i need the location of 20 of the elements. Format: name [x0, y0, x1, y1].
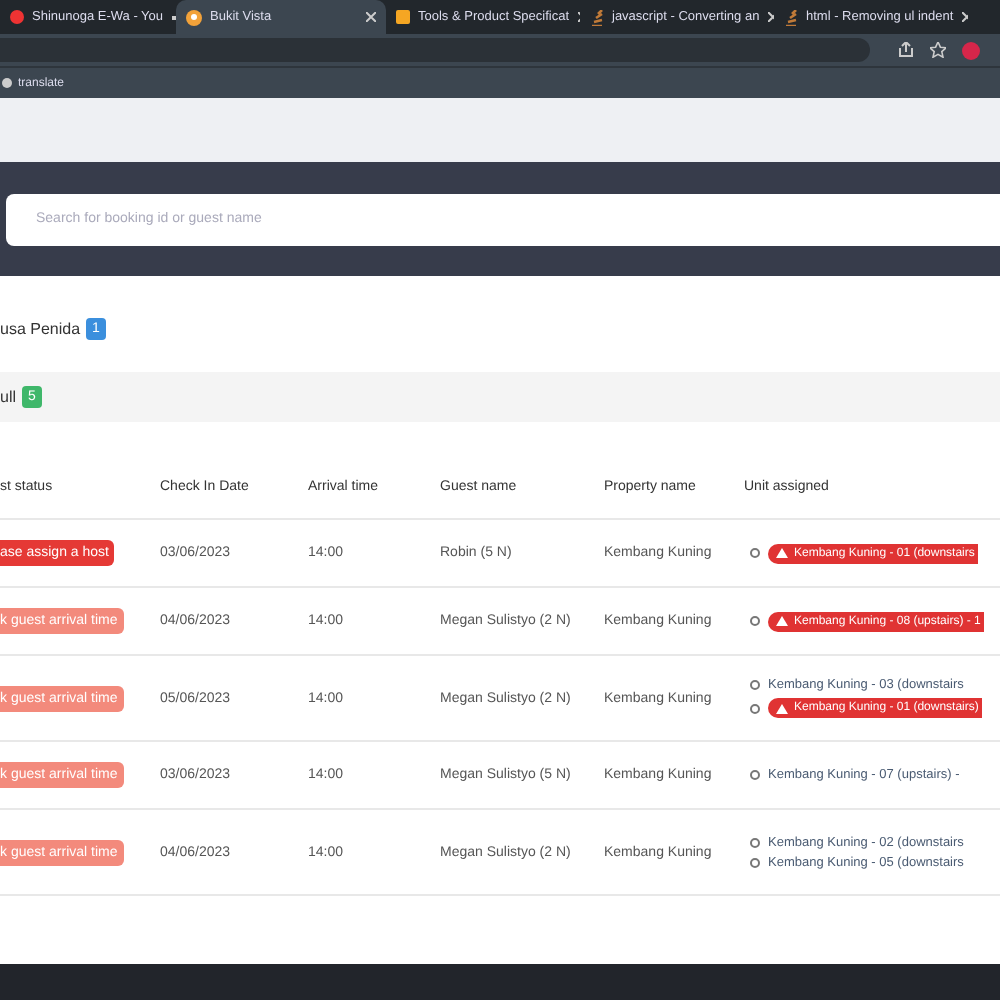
warning-icon [776, 548, 788, 558]
bullet-icon [750, 837, 760, 847]
site-logo-icon [186, 9, 202, 25]
bullet-icon [750, 857, 760, 867]
warning-icon [776, 703, 788, 713]
stack-icon [784, 9, 798, 25]
record-icon [10, 10, 24, 24]
document-icon [396, 10, 410, 24]
stack-icon [590, 9, 604, 25]
bullet-icon [750, 703, 760, 713]
bullet-icon [750, 548, 760, 558]
warning-icon [776, 616, 788, 626]
star-icon[interactable] [930, 42, 946, 58]
bullet-icon [750, 616, 760, 626]
group-label[interactable]: ull [0, 388, 17, 406]
bullet-icon [750, 770, 760, 780]
bullet-icon [750, 680, 760, 690]
group-label[interactable]: usa Penida [0, 319, 81, 337]
globe-icon [2, 78, 12, 88]
share-icon[interactable] [898, 42, 914, 58]
